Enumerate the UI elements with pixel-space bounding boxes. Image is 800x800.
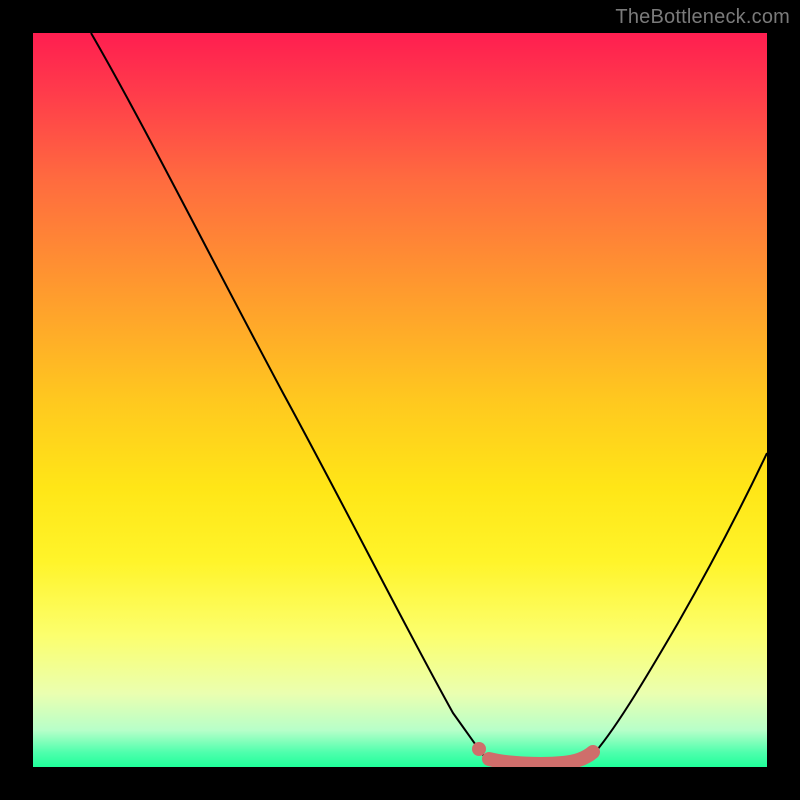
curve-layer — [33, 33, 767, 767]
attribution-text: TheBottleneck.com — [615, 6, 790, 29]
highlight-start-dot — [472, 742, 486, 756]
right-branch-line — [591, 453, 767, 757]
plot-area — [33, 33, 767, 767]
left-branch-line — [91, 33, 488, 761]
optimal-range-highlight — [489, 752, 593, 764]
chart-container: { "attribution": "TheBottleneck.com", "c… — [0, 0, 800, 800]
